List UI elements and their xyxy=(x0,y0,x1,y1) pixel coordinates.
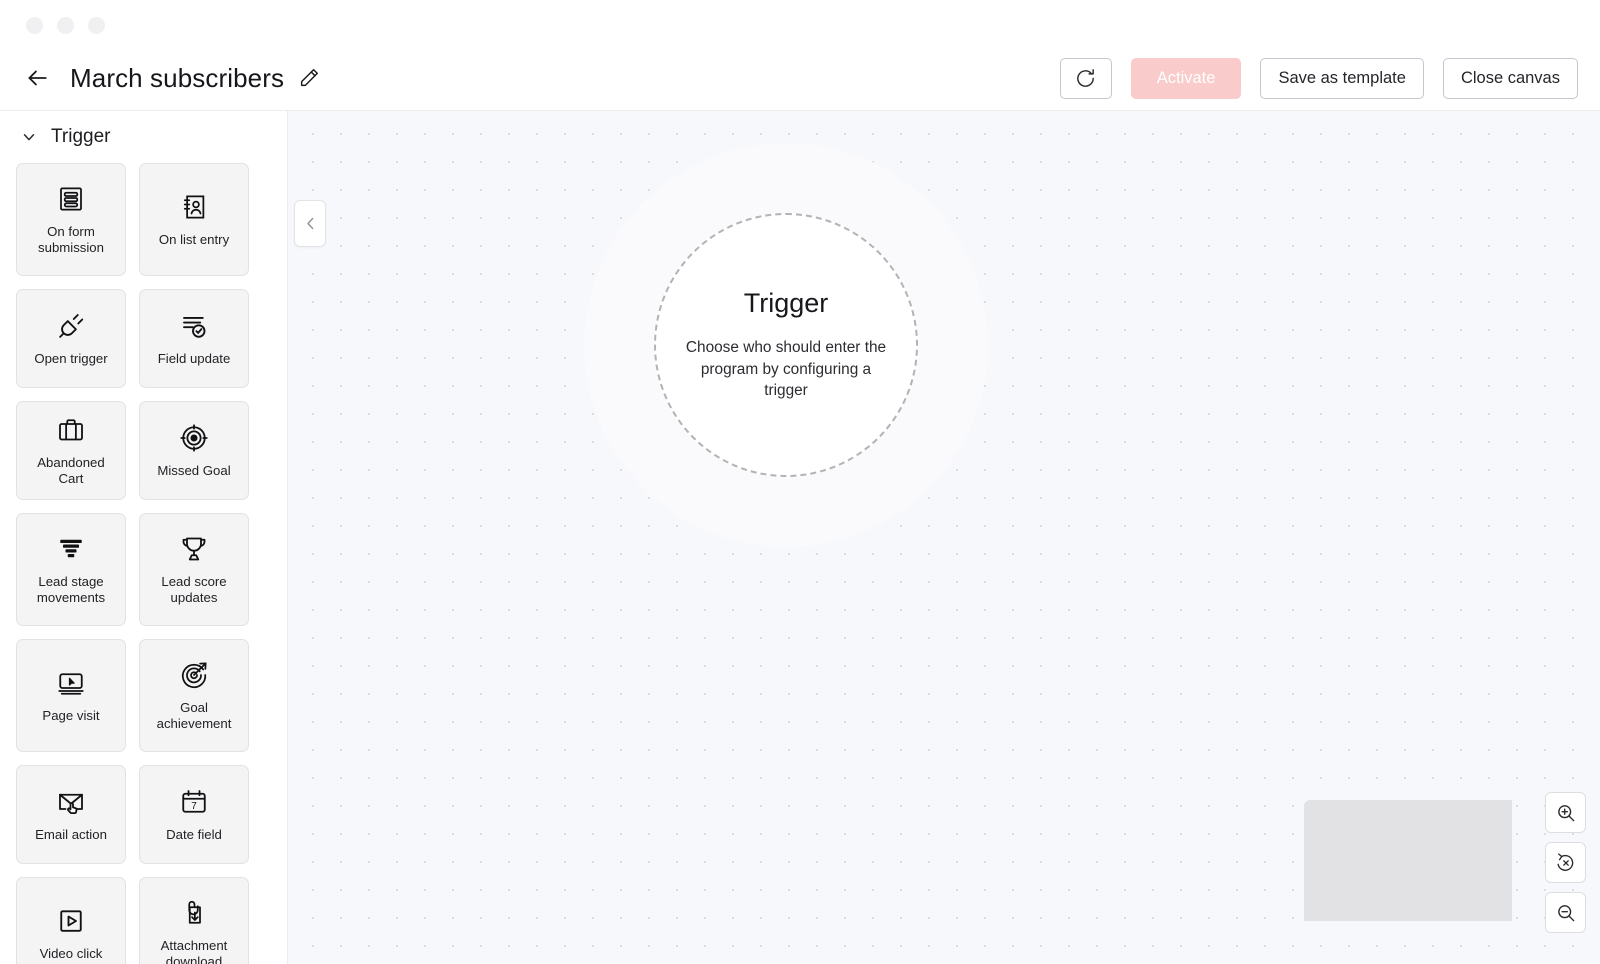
sidebar-card-label: Field update xyxy=(157,350,231,366)
header-actions: Activate Save as template Close canvas xyxy=(1059,57,1600,99)
sidebar-card-label: Video click xyxy=(39,945,103,961)
sidebar-card-label: Date field xyxy=(166,826,222,842)
pencil-icon[interactable] xyxy=(298,67,320,89)
app-header: March subscribers Activate Save as templ… xyxy=(0,46,1600,111)
header-left-group: March subscribers xyxy=(0,63,320,94)
funnel-icon xyxy=(55,533,87,565)
sidebar-card-label: Email action xyxy=(35,826,107,842)
sidebar-section-label: Trigger xyxy=(51,126,111,147)
sidebar-collapse-button[interactable] xyxy=(294,200,326,247)
briefcase-icon xyxy=(55,414,87,446)
sidebar-card-label: Lead stage movements xyxy=(36,573,106,606)
email-click-icon xyxy=(55,786,87,818)
attachment-download-icon xyxy=(178,897,210,929)
sidebar-card-label: Attachment download xyxy=(160,937,228,964)
sidebar-card-field-update[interactable]: Field update xyxy=(139,289,249,388)
zoom-reset-icon xyxy=(1555,852,1577,874)
sidebar-card-attachment-download[interactable]: Attachment download xyxy=(139,877,249,964)
chevron-down-icon xyxy=(20,128,38,146)
arrow-left-icon[interactable] xyxy=(22,63,52,93)
sidebar-card-label: On list entry xyxy=(158,231,230,247)
sidebar-card-lead-score-updates[interactable]: Lead score updates xyxy=(139,513,249,626)
minimap[interactable] xyxy=(1304,800,1512,921)
sidebar-card-label: Goal achievement xyxy=(156,699,232,732)
window-dot-minimize[interactable] xyxy=(57,17,74,34)
sidebar-card-email-action[interactable]: Email action xyxy=(16,765,126,864)
zoom-in-icon xyxy=(1555,802,1577,824)
zoom-reset-button[interactable] xyxy=(1545,842,1586,883)
sidebar-card-lead-stage-movements[interactable]: Lead stage movements xyxy=(16,513,126,626)
sidebar-section-trigger[interactable]: Trigger xyxy=(16,111,271,163)
sidebar: Trigger On form submission On list entry… xyxy=(0,111,288,964)
sidebar-card-on-list-entry[interactable]: On list entry xyxy=(139,163,249,276)
sidebar-card-open-trigger[interactable]: Open trigger xyxy=(16,289,126,388)
zoom-out-icon xyxy=(1555,902,1577,924)
page-title: March subscribers xyxy=(70,62,285,93)
window-dot-close[interactable] xyxy=(26,17,43,34)
plug-icon xyxy=(55,310,87,342)
workflow-canvas[interactable]: Trigger Choose who should enter the prog… xyxy=(288,111,1600,964)
sidebar-card-on-form-submission[interactable]: On form submission xyxy=(16,163,126,276)
trigger-card-grid: On form submission On list entry Open tr… xyxy=(16,163,271,964)
zoom-in-button[interactable] xyxy=(1545,792,1586,833)
save-as-template-button[interactable]: Save as template xyxy=(1260,57,1424,99)
target-icon xyxy=(178,422,210,454)
sidebar-card-page-visit[interactable]: Page visit xyxy=(16,639,126,752)
bullseye-arrow-icon xyxy=(178,659,210,691)
trigger-node[interactable]: Trigger Choose who should enter the prog… xyxy=(654,213,918,477)
sidebar-card-missed-goal[interactable]: Missed Goal xyxy=(139,401,249,500)
sidebar-card-label: Open trigger xyxy=(34,350,108,366)
sidebar-card-goal-achievement[interactable]: Goal achievement xyxy=(139,639,249,752)
trigger-node-description: Choose who should enter the program by c… xyxy=(685,338,887,400)
sidebar-card-label: Lead score updates xyxy=(161,573,227,606)
zoom-out-button[interactable] xyxy=(1545,892,1586,933)
form-icon xyxy=(55,183,87,215)
refresh-icon xyxy=(1074,67,1097,90)
field-update-icon xyxy=(178,310,210,342)
window-dot-maximize[interactable] xyxy=(88,17,105,34)
video-play-icon xyxy=(55,905,87,937)
window-controls xyxy=(26,17,105,34)
screen-cursor-icon xyxy=(55,667,87,699)
chevron-left-icon xyxy=(302,215,319,232)
sidebar-card-label: Abandoned Cart xyxy=(37,454,105,487)
sidebar-card-date-field[interactable]: 7 Date field xyxy=(139,765,249,864)
sidebar-card-abandoned-cart[interactable]: Abandoned Cart xyxy=(16,401,126,500)
trigger-node-title: Trigger xyxy=(743,287,829,318)
contact-card-icon xyxy=(178,191,210,223)
close-canvas-button[interactable]: Close canvas xyxy=(1442,57,1578,99)
sidebar-card-label: Page visit xyxy=(42,707,100,723)
trophy-icon xyxy=(178,533,210,565)
zoom-controls xyxy=(1545,792,1586,933)
sidebar-card-video-click[interactable]: Video click xyxy=(16,877,126,964)
title-group: March subscribers xyxy=(70,63,320,94)
sidebar-card-label: Missed Goal xyxy=(157,462,231,478)
activate-button[interactable]: Activate xyxy=(1130,57,1242,99)
sidebar-card-label: On form submission xyxy=(38,223,104,256)
calendar-icon: 7 xyxy=(178,786,210,818)
svg-text:7: 7 xyxy=(191,801,197,812)
refresh-button[interactable] xyxy=(1059,57,1112,99)
